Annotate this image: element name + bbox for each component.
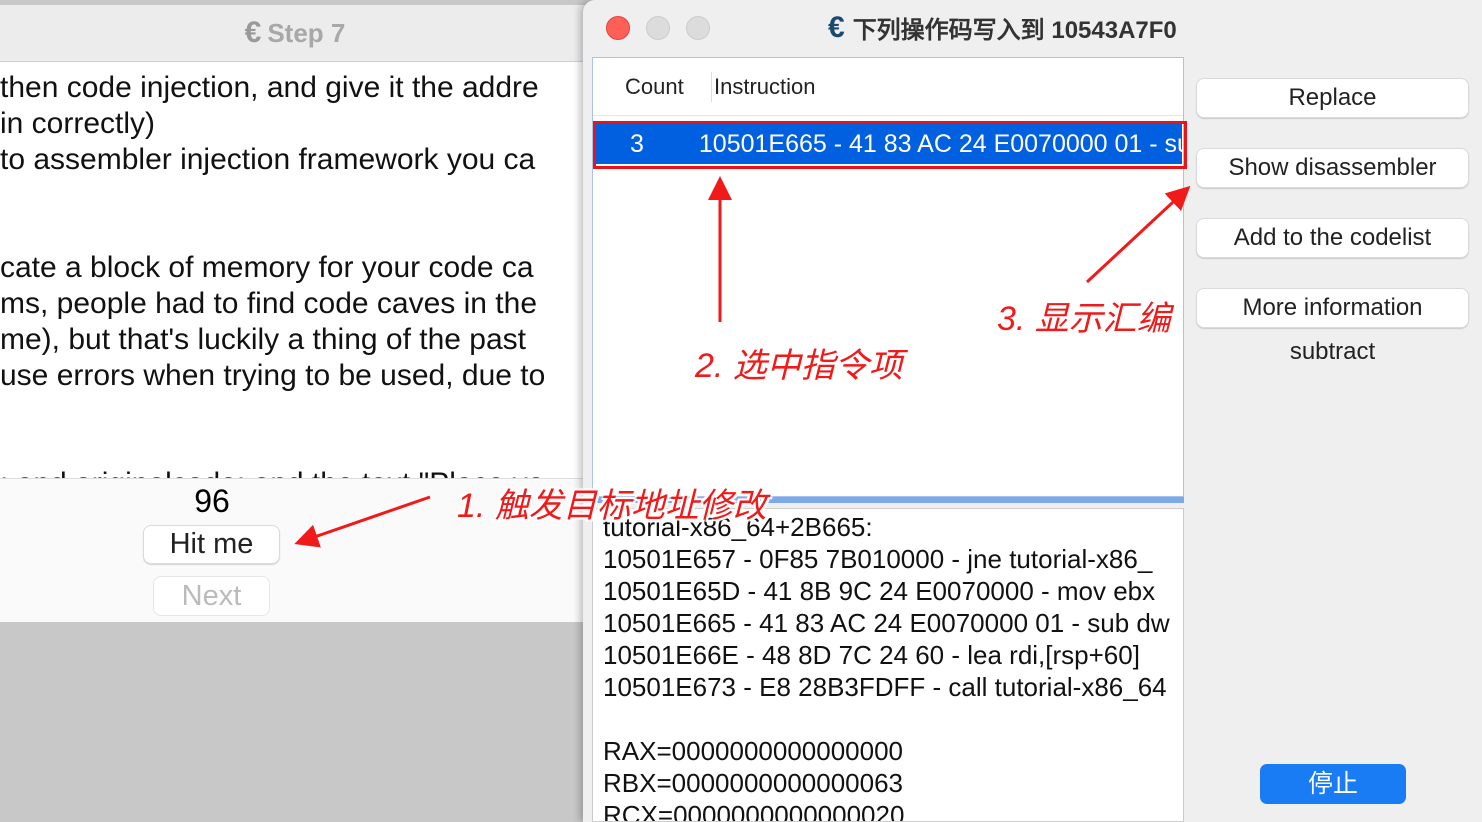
arrow-1: [294, 495, 431, 548]
annotation-step-3: 3. 显示汇编: [997, 300, 1171, 338]
annotation-arrows: [294, 176, 1191, 548]
annotation-step-1: 1. 触发目标地址修改: [457, 487, 767, 525]
annotation-step-2: 2. 选中指令项: [695, 347, 903, 385]
arrow-3: [1085, 185, 1191, 284]
